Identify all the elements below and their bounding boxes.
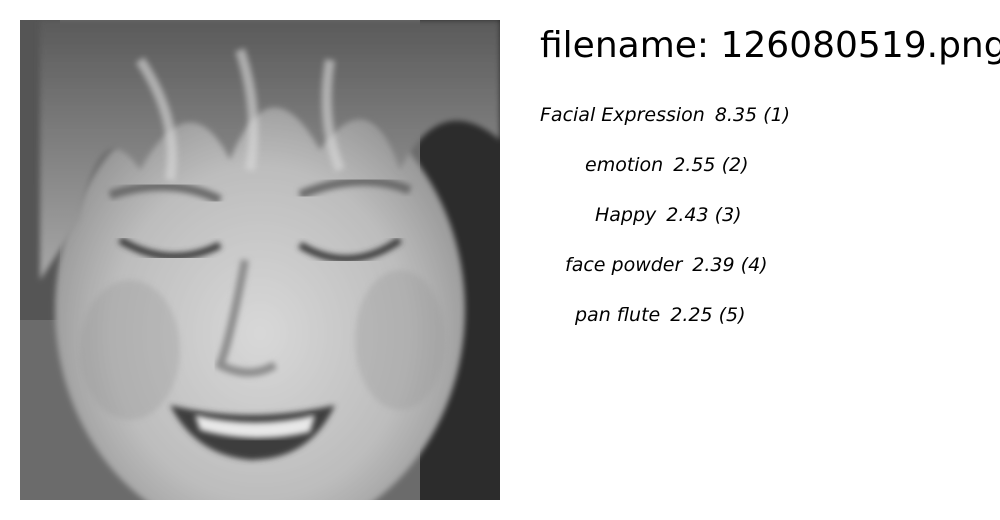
prediction-score: 2.39 bbox=[692, 254, 735, 276]
face-photo bbox=[20, 20, 500, 500]
prediction-rank: (3) bbox=[714, 204, 742, 226]
prediction-rank: (2) bbox=[721, 154, 749, 176]
prediction-label: emotion bbox=[585, 154, 664, 176]
prediction-item: emotion 2.55 (2) bbox=[540, 150, 770, 200]
prediction-list: Facial Expression 8.35 (1) emotion 2.55 (2… bbox=[540, 100, 790, 350]
prediction-rank: (4) bbox=[740, 254, 768, 276]
prediction-label: face powder bbox=[565, 254, 683, 276]
prediction-score: 2.43 bbox=[666, 204, 709, 226]
prediction-rank: (1) bbox=[763, 104, 791, 126]
prediction-item: pan flute 2.25 (5) bbox=[540, 300, 770, 350]
prediction-label: Facial Expression bbox=[540, 104, 705, 126]
prediction-label: Happy bbox=[595, 204, 657, 226]
prediction-score: 2.25 bbox=[670, 304, 713, 326]
prediction-score: 8.35 bbox=[714, 104, 758, 126]
prediction-rank: (5) bbox=[718, 304, 746, 326]
prediction-score: 2.55 bbox=[673, 154, 716, 176]
prediction-item: Facial Expression 8.35 (1) bbox=[540, 100, 790, 150]
prediction-item: face powder 2.39 (4) bbox=[540, 250, 770, 300]
face-photo-graphic bbox=[20, 20, 500, 500]
prediction-label: pan flute bbox=[575, 304, 661, 326]
filename-title: filename: 126080519.png bbox=[540, 25, 1000, 66]
prediction-item: Happy 2.43 (3) bbox=[540, 200, 770, 250]
